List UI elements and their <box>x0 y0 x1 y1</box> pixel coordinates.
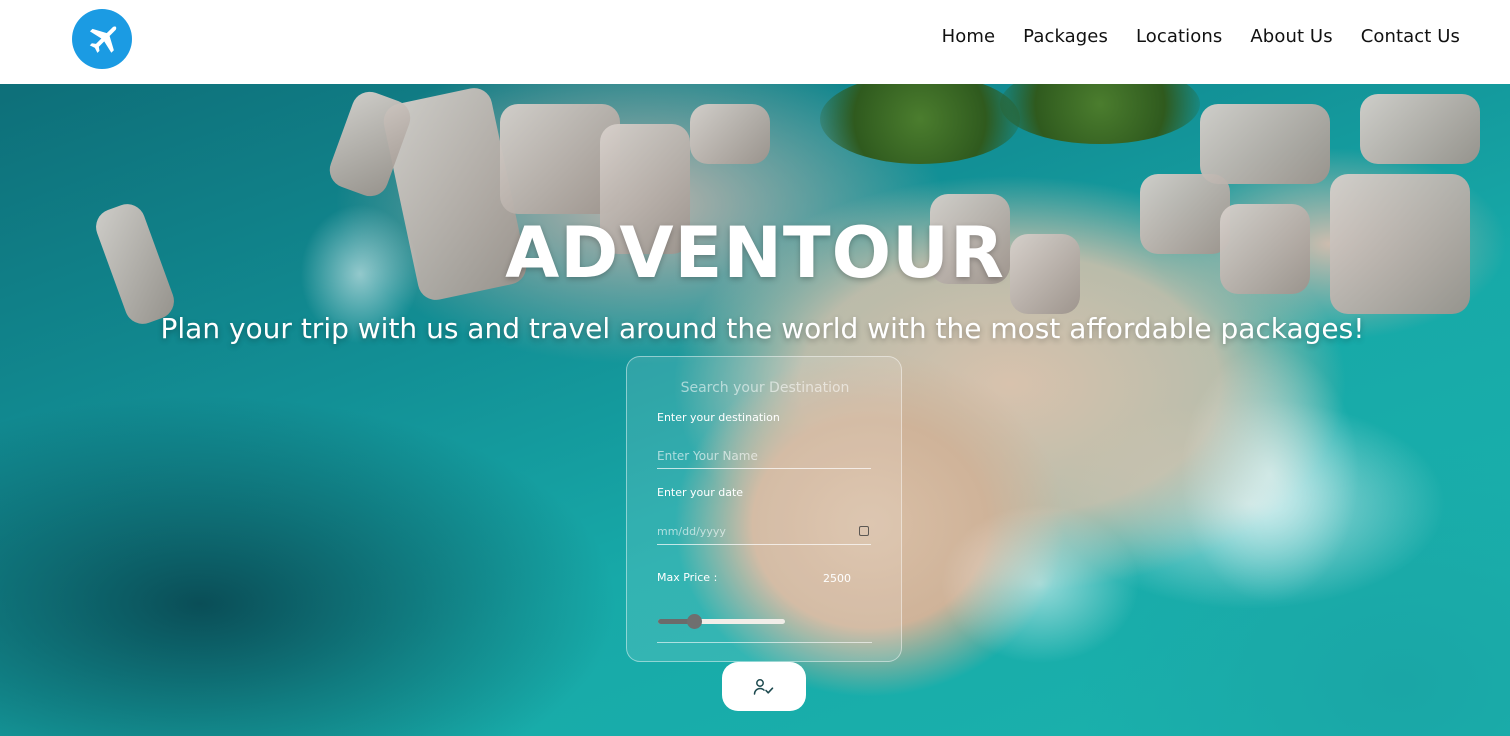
foliage-decoration <box>820 84 1020 164</box>
rock-decoration <box>690 104 770 164</box>
nav-contact-link[interactable]: Contact Us <box>1361 26 1460 47</box>
airplane-icon <box>89 26 117 53</box>
logo[interactable] <box>72 9 132 69</box>
name-input[interactable] <box>657 443 871 469</box>
max-price-value: 2500 <box>823 572 851 585</box>
form-divider <box>657 642 872 643</box>
foliage-decoration <box>1000 84 1200 144</box>
date-input[interactable]: mm/dd/yyyy <box>657 519 871 545</box>
hero-subtitle: Plan your trip with us and travel around… <box>160 312 1365 345</box>
nav-locations-link[interactable]: Locations <box>1136 26 1222 47</box>
calendar-icon[interactable] <box>859 526 869 536</box>
max-price-label: Max Price : <box>657 571 718 584</box>
destination-label: Enter your destination <box>657 411 780 424</box>
nav-about-link[interactable]: About Us <box>1250 26 1332 47</box>
nav-links: Home Packages Locations About Us Contact… <box>942 26 1460 47</box>
rock-decoration <box>1360 94 1480 164</box>
foam-decoration <box>940 504 1140 664</box>
navbar: Home Packages Locations About Us Contact… <box>0 0 1510 84</box>
submit-button[interactable] <box>722 662 806 711</box>
price-slider-thumb[interactable] <box>686 614 702 629</box>
nav-packages-link[interactable]: Packages <box>1023 26 1108 47</box>
price-slider[interactable] <box>658 614 785 629</box>
search-form: Search your Destination Enter your desti… <box>626 356 902 662</box>
search-form-heading: Search your Destination <box>680 380 850 396</box>
user-check-icon <box>753 678 774 695</box>
date-placeholder: mm/dd/yyyy <box>657 525 726 538</box>
foam-decoration <box>1180 344 1360 604</box>
hero-title: ADVENTOUR <box>505 212 1005 294</box>
date-label: Enter your date <box>657 486 744 499</box>
nav-home-link[interactable]: Home <box>942 26 996 47</box>
hero-section: ADVENTOUR Plan your trip with us and tra… <box>0 84 1510 736</box>
rock-decoration <box>1200 104 1330 184</box>
